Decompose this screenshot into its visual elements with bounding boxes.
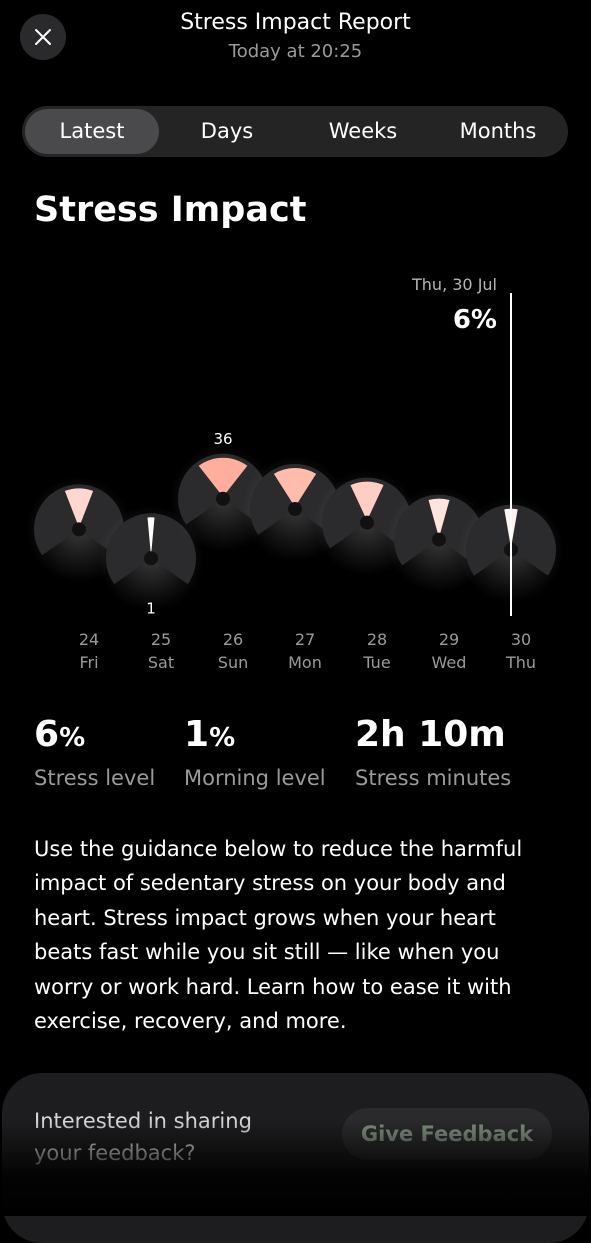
day-date-label: 30 [511,630,531,649]
day-date-label: 26 [223,630,243,649]
stat-morning-level-value: 1% [184,714,236,755]
stat-stress-minutes-label: Stress minutes [355,766,512,790]
selected-date: Thu, 30 Jul [411,275,497,294]
day-weekday-label: Sat [148,653,174,672]
day-weekday-label: Wed [432,653,467,672]
period-tabs: Latest Days Weeks Months [22,106,568,157]
dial-value-label: 36 [213,430,232,448]
day-date-label: 27 [295,630,315,649]
stat-stress-minutes-value: 2h 10m [355,714,506,755]
day-date-label: 24 [79,630,99,649]
stat-stress-level-value: 6% [34,714,86,755]
dial-hub [288,502,302,516]
give-feedback-button[interactable]: Give Feedback [342,1108,552,1160]
day-date-label: 28 [367,630,387,649]
day-date-label: 25 [151,630,171,649]
report-title: Stress Impact Report [180,10,411,35]
dial-value-label: 1 [146,599,156,617]
tab-weeks[interactable]: Weeks [295,109,431,154]
selected-value: 6% [453,305,497,335]
dial-hub [432,532,446,547]
day-weekday-label: Thu [505,653,536,672]
day-weekday-label: Mon [288,653,322,672]
tab-days[interactable]: Days [159,109,295,154]
stat-stress-level-label: Stress level [34,766,156,790]
dial-hub [144,551,158,566]
stress-impact-chart: 24 Fri 1 25 Sat 36 26 Sun 27 Mon 28 Tue 29 Wed 30 Thu T… [26,275,564,672]
tab-latest[interactable]: Latest [25,109,159,154]
day-weekday-label: Fri [79,653,98,672]
feedback-prompt: Interested in sharing your feedback? [34,1109,252,1165]
stat-morning-level-label: Morning level [184,766,326,790]
section-title: Stress Impact [34,190,307,230]
guidance-description: Use the guidance below to reduce the har… [34,837,523,1034]
report-timestamp: Today at 20:25 [228,41,363,62]
day-weekday-label: Sun [218,653,248,672]
dial-hub [360,515,374,530]
tab-months[interactable]: Months [431,109,565,154]
dial-hub [72,522,86,537]
day-date-label: 29 [439,630,459,649]
day-weekday-label: Tue [362,653,390,672]
dial-hub [216,491,230,506]
